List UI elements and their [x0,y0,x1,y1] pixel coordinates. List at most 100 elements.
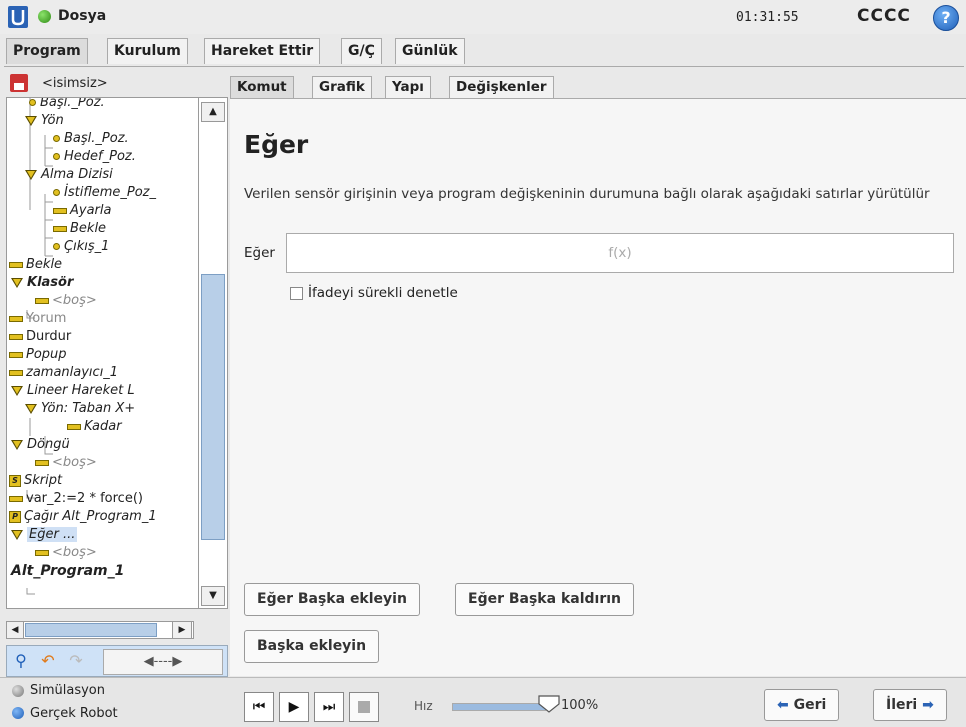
tree-node-selected[interactable]: Eğer ... [11,526,78,544]
remove-else-if-button[interactable]: Eğer Başka kaldırın [455,583,634,616]
command-icon [35,459,49,466]
robot-name: CCCC [857,6,911,26]
tree-node[interactable]: Kadar [67,418,122,436]
tab-move[interactable]: Hareket Ettir [204,38,321,64]
program-name: <isimsiz> [42,76,108,91]
tab-io[interactable]: G/Ç [341,38,382,64]
waypoint-icon [53,189,60,196]
tab-program[interactable]: Program [6,38,88,64]
move-node-icon[interactable]: ◀----▶ [103,649,223,675]
tree-node[interactable]: <boş> [35,454,97,472]
tree-node[interactable]: Alma Dizisi [25,166,113,184]
tree-node[interactable]: Durdur [9,328,71,346]
waypoint-icon [29,99,36,106]
tree-vertical-scrollbar[interactable]: ▲ ▼ [198,97,228,609]
scroll-down-icon[interactable]: ▼ [201,586,225,606]
tree-node[interactable]: Bekle [53,220,106,238]
stop-icon[interactable] [349,692,379,722]
search-icon[interactable]: ⚲ [10,649,32,673]
waypoint-icon [53,153,60,160]
sub-tabs: Komut Grafik Yapı Değişkenler [230,76,966,99]
tab-variables[interactable]: Değişkenler [449,76,554,98]
folder-triangle-icon [25,115,37,126]
tree-node[interactable]: İstifleme_Poz_ [53,184,156,202]
command-icon [9,369,23,376]
scroll-left-icon[interactable]: ◀ [7,622,24,638]
tree-node[interactable]: Döngü [11,436,70,454]
help-icon[interactable]: ? [933,5,959,31]
save-icon[interactable] [10,74,28,92]
arrow-right-icon: ➡ [922,697,934,713]
condition-expression-field[interactable]: f(x) [286,233,954,273]
play-icon[interactable]: ▶ [279,692,309,722]
tree-node[interactable]: Popup [9,346,67,364]
page-title: Eğer [244,130,309,159]
redo-icon[interactable]: ↷ [65,649,87,673]
file-menu[interactable]: Dosya [58,8,106,24]
next-button[interactable]: İleri ➡ [873,689,947,721]
tree-node[interactable]: Klasör [11,274,73,292]
command-icon [9,261,23,268]
rewind-icon[interactable]: ⏮ [244,692,274,722]
continuous-check-label: İfadeyi sürekli denetle [308,285,458,301]
tab-structure[interactable]: Yapı [385,76,431,98]
program-header: <isimsiz> [6,71,226,97]
tree-node[interactable]: <boş> [35,292,97,310]
tab-log[interactable]: Günlük [395,38,465,64]
speed-slider-knob-icon[interactable] [538,695,560,713]
tree-node[interactable]: Yön [25,112,64,130]
scroll-up-icon[interactable]: ▲ [201,102,225,122]
tree-node[interactable]: Bekle [9,256,62,274]
tree-node[interactable]: zamanlayıcı_1 [9,364,118,382]
command-icon [53,207,67,214]
add-else-button[interactable]: Başka ekleyin [244,630,380,663]
tree-node[interactable]: Hedef_Poz. [53,148,136,166]
tree-node[interactable]: <boş> [35,544,97,562]
folder-triangle-icon [11,277,23,288]
speed-value: 100% [561,698,599,713]
real-robot-label[interactable]: Gerçek Robot [30,706,118,721]
real-robot-radio-icon[interactable] [12,707,24,719]
simulation-label[interactable]: Simülasyon [30,683,105,698]
back-button[interactable]: ⬅ Geri [764,689,840,721]
main-tabs: Program Kurulum Hareket Ettir G/Ç Günlük [4,38,964,67]
program-tree[interactable]: Başl._Poz. Yön Başl._Poz. Hedef_Poz. Alm… [6,97,200,609]
tree-node[interactable]: Ayarla [53,202,111,220]
scroll-thumb[interactable] [201,274,225,540]
speed-slider[interactable] [452,703,546,711]
tree-node[interactable]: Yön: Taban X+ [25,400,135,418]
condition-label: Eğer [244,245,275,261]
tree-node[interactable]: Yorum [9,310,66,328]
tree-node[interactable]: Alt_Program_1 [11,562,124,580]
tab-installation[interactable]: Kurulum [107,38,188,64]
top-bar [0,0,966,34]
tree-node[interactable]: var_2:=2 * force() [9,490,143,508]
tree-node[interactable]: Başl._Poz. [53,130,129,148]
command-icon [9,351,23,358]
folder-triangle-icon [11,385,23,396]
waypoint-icon [53,243,60,250]
folder-triangle-icon [25,403,37,414]
continuous-check-option[interactable]: İfadeyi sürekli denetle [290,285,458,301]
tree-node[interactable]: P Çağır Alt_Program_1 [9,508,157,526]
ur-logo-icon [8,6,28,28]
scroll-right-icon[interactable]: ▶ [172,621,192,639]
simulation-radio-icon[interactable] [12,685,24,697]
command-icon [9,333,23,340]
step-icon[interactable]: ⏭ [314,692,344,722]
folder-triangle-icon [11,529,23,540]
clock: 01:31:55 [736,10,799,25]
tree-node[interactable]: Lineer Hareket L [11,382,135,400]
call-icon: P [9,510,21,523]
tree-horizontal-scrollbar[interactable]: ◀ [6,621,194,639]
tree-node[interactable]: Başl._Poz. [29,98,105,112]
command-icon [35,297,49,304]
tab-command[interactable]: Komut [230,76,294,98]
tab-graphics[interactable]: Grafik [312,76,372,98]
continuous-check-checkbox[interactable] [290,286,303,300]
tree-node[interactable]: S Skript [9,472,62,490]
tree-node[interactable]: Çıkış_1 [53,238,109,256]
add-else-if-button[interactable]: Eğer Başka ekleyin [244,583,420,616]
scroll-thumb[interactable] [25,623,157,637]
undo-icon[interactable]: ↶ [37,649,59,673]
